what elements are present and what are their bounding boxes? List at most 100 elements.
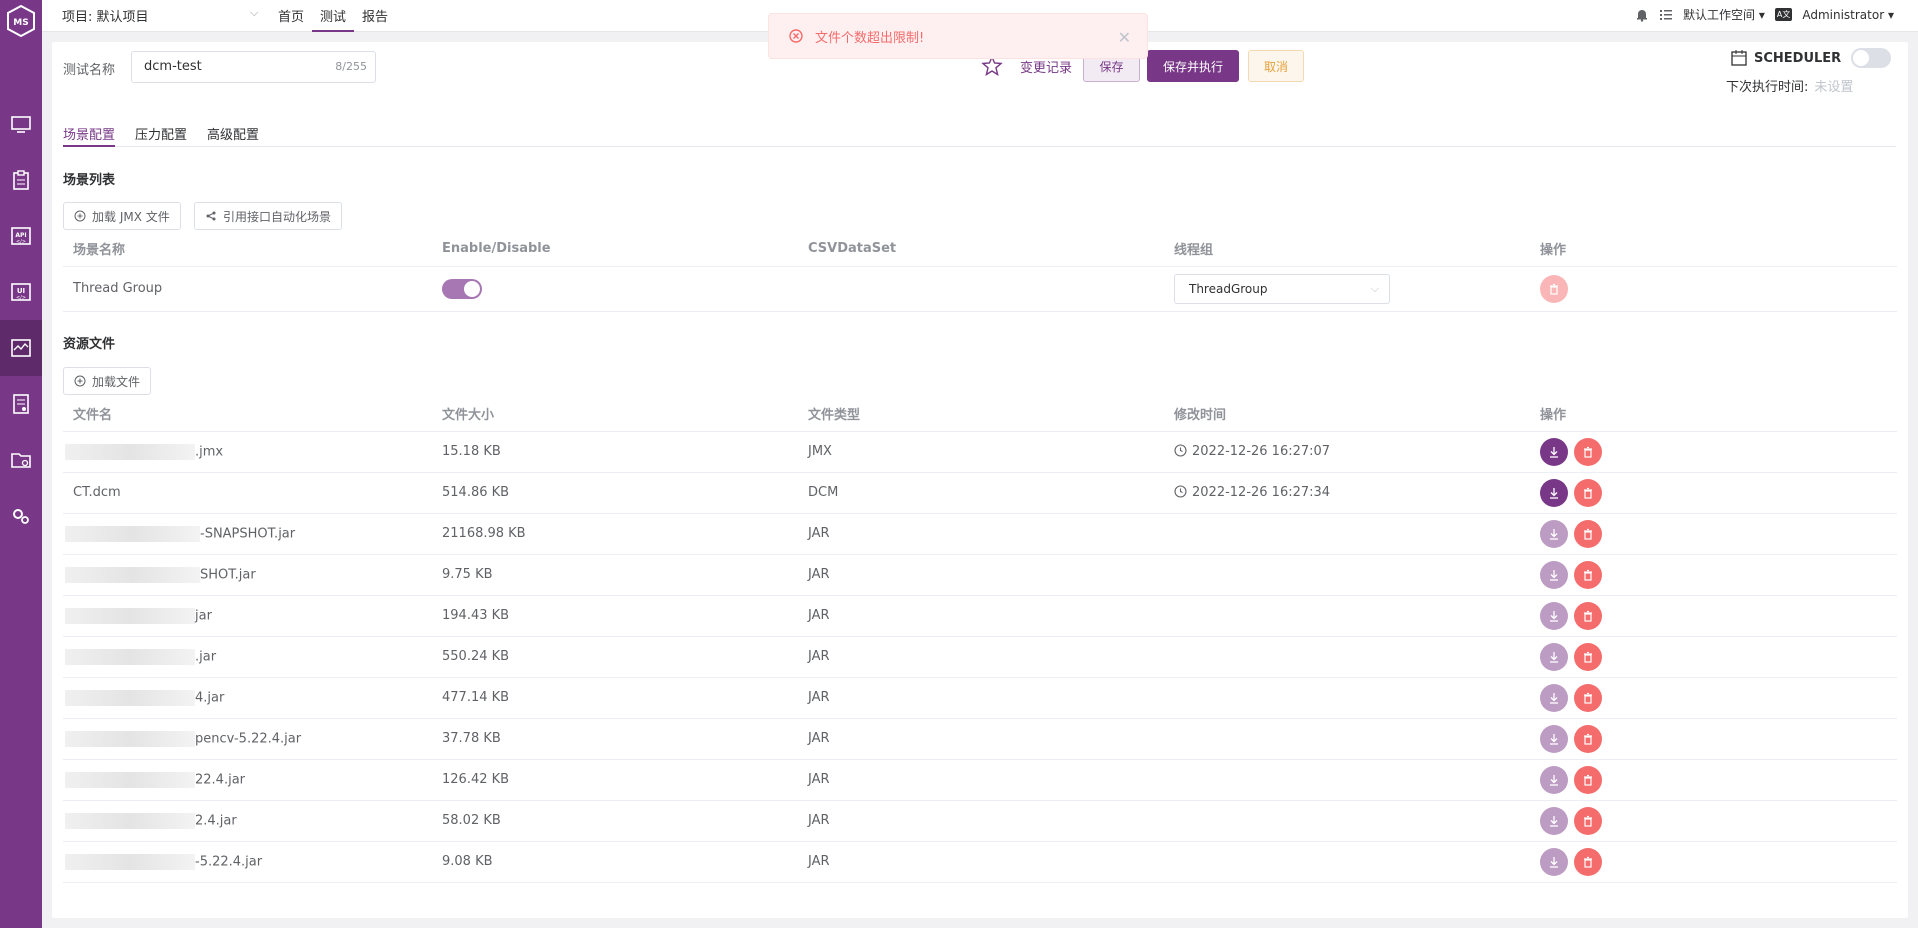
caret-down-icon: ▾ (1887, 7, 1894, 22)
tab-pressure-config[interactable]: 压力配置 (135, 114, 187, 147)
delete-button[interactable] (1574, 683, 1602, 712)
download-button[interactable] (1540, 642, 1568, 671)
col-csv: CSVDataSet (798, 232, 1164, 267)
download-button[interactable] (1540, 560, 1568, 589)
scheduler-toggle[interactable] (1851, 48, 1892, 68)
thread-group-select[interactable]: ThreadGroup ⌵ (1174, 273, 1390, 304)
file-name-cell: -5.22.4.jar (63, 841, 432, 883)
download-icon (1550, 651, 1558, 663)
download-button[interactable] (1540, 847, 1568, 876)
save-and-run-button[interactable]: 保存并执行 (1147, 50, 1239, 82)
delete-button[interactable] (1574, 724, 1602, 753)
download-button[interactable] (1540, 478, 1568, 507)
file-name-cell: pencv-5.22.4.jar (63, 718, 432, 760)
nav-project[interactable] (0, 432, 42, 488)
trash-icon (1584, 651, 1592, 663)
nav-settings[interactable] (0, 488, 42, 544)
actions-cell (1530, 636, 1897, 678)
modified-time-cell (1164, 718, 1530, 760)
delete-button[interactable] (1574, 478, 1602, 507)
test-name-input[interactable]: dcm-test 8/255 (131, 51, 376, 83)
delete-button[interactable] (1540, 274, 1568, 303)
table-row: Thread Group ThreadGroup ⌵ (63, 266, 1897, 312)
delete-button[interactable] (1574, 437, 1602, 466)
caret-down-icon: ▾ (1758, 8, 1765, 22)
download-button[interactable] (1540, 519, 1568, 548)
file-type: JAR (798, 554, 1164, 596)
file-name-cell: .jmx (63, 431, 432, 473)
nav-track[interactable] (0, 152, 42, 208)
language-icon[interactable]: A文 (1774, 8, 1793, 21)
download-icon (1550, 856, 1558, 868)
nav-api[interactable]: API </> (0, 208, 42, 264)
nav-performance[interactable] (0, 320, 42, 376)
delete-button[interactable] (1574, 560, 1602, 589)
load-file-button[interactable]: 加载文件 (63, 367, 152, 395)
delete-button[interactable] (1574, 847, 1602, 876)
trash-icon (1584, 815, 1592, 827)
table-row: SHOT.jar 9.75 KB JAR (63, 554, 1897, 596)
next-run-value: 未设置 (1814, 80, 1854, 95)
redacted-blur (65, 812, 195, 829)
chevron-down-icon: ⌵ (1370, 281, 1379, 295)
modified-time-cell (1164, 677, 1530, 719)
nav-ui[interactable]: UI </> (0, 264, 42, 320)
chevron-down-icon: ⌵ (250, 6, 259, 19)
delete-button[interactable] (1574, 519, 1602, 548)
col-actions: 操作 (1530, 232, 1897, 267)
api-icon: API</> (11, 227, 31, 245)
modified-time-cell (1164, 636, 1530, 678)
project-selector[interactable]: 项目: 默认项目 ⌵ (62, 6, 258, 25)
file-name: .jmx (195, 444, 224, 459)
download-button[interactable] (1540, 683, 1568, 712)
download-icon (1550, 815, 1558, 827)
resource-table: 文件名 文件大小 文件类型 修改时间 操作 .jmx 15.18 KB JMX 202… (63, 397, 1897, 883)
table-row: 22.4.jar 126.42 KB JAR (63, 759, 1897, 801)
change-history-link[interactable]: 变更记录 (1020, 57, 1072, 76)
actions-cell (1530, 759, 1897, 801)
col-scenario-name: 场景名称 (63, 232, 432, 267)
nav-report-tab[interactable]: 报告 (354, 0, 396, 32)
clock-icon (1174, 485, 1187, 498)
nav-workbench[interactable] (0, 96, 42, 152)
file-type: JAR (798, 759, 1164, 801)
bell-icon[interactable] (1635, 8, 1649, 22)
download-button[interactable] (1540, 601, 1568, 630)
workspace-selector[interactable]: 默认工作空间 ▾ (1683, 6, 1765, 23)
scenario-list-title: 场景列表 (63, 173, 116, 188)
tab-scenario-config[interactable]: 场景配置 (63, 114, 116, 147)
file-type: JAR (798, 718, 1164, 760)
reference-scenario-label: 引用接口自动化场景 (223, 209, 332, 224)
nav-home[interactable]: 首页 (270, 0, 312, 32)
workspace-label: 默认工作空间 (1682, 8, 1755, 22)
close-icon[interactable]: ✕ (1118, 28, 1131, 47)
clipboard-icon (13, 170, 29, 190)
modified-time-cell (1164, 841, 1530, 883)
col-file-size: 文件大小 (432, 397, 798, 432)
delete-button[interactable] (1574, 765, 1602, 794)
enable-toggle[interactable] (442, 278, 482, 299)
download-button[interactable] (1540, 724, 1568, 753)
delete-button[interactable] (1574, 806, 1602, 835)
tab-advanced-config[interactable]: 高级配置 (207, 114, 259, 147)
delete-button[interactable] (1574, 642, 1602, 671)
reference-scenario-button[interactable]: 引用接口自动化场景 (194, 202, 343, 230)
table-row: -SNAPSHOT.jar 21168.98 KB JAR (63, 513, 1897, 555)
nav-test[interactable]: 测试 (312, 0, 355, 32)
task-list-icon[interactable] (1659, 8, 1673, 22)
col-file-name: 文件名 (63, 397, 432, 432)
cancel-button[interactable]: 取消 (1248, 50, 1304, 82)
user-menu[interactable]: Administrator ▾ (1802, 8, 1894, 22)
app-logo[interactable]: MS (0, 0, 42, 42)
delete-button[interactable] (1574, 601, 1602, 630)
trash-icon (1584, 733, 1592, 745)
download-button[interactable] (1540, 437, 1568, 466)
file-name-cell: CT.dcm (63, 472, 432, 514)
download-button[interactable] (1540, 806, 1568, 835)
table-row: 2.4.jar 58.02 KB JAR (63, 800, 1897, 842)
nav-report[interactable] (0, 376, 42, 432)
load-jmx-button[interactable]: 加载 JMX 文件 (63, 202, 181, 230)
load-jmx-label: 加载 JMX 文件 (92, 209, 170, 224)
top-right-tools: 默认工作空间 ▾ A文 Administrator ▾ (1635, 6, 1894, 23)
download-button[interactable] (1540, 765, 1568, 794)
